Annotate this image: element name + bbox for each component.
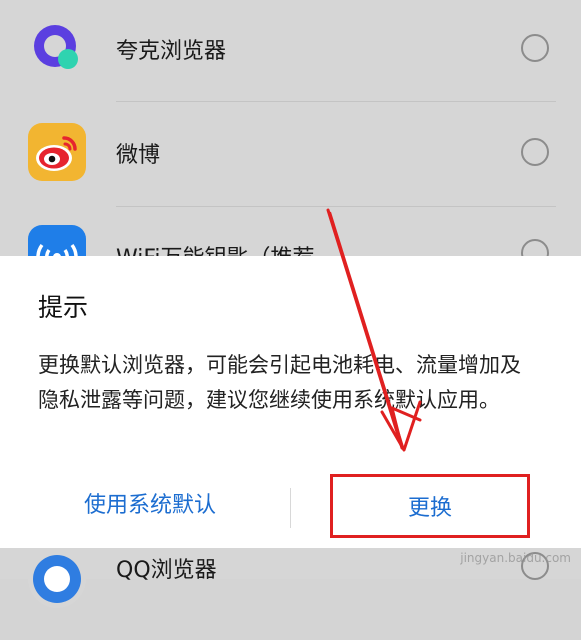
radio-button[interactable] xyxy=(521,34,549,62)
change-button[interactable]: 更换 xyxy=(330,474,530,538)
divider xyxy=(116,206,556,207)
watermark: jingyan.baidu.com xyxy=(460,551,571,565)
radio-button[interactable] xyxy=(521,138,549,166)
app-name: 夸克浏览器 xyxy=(116,39,227,64)
quark-browser-icon xyxy=(28,19,86,77)
app-name: 微博 xyxy=(116,143,161,168)
qq-browser-icon xyxy=(28,550,86,608)
dialog-message: 更换默认浏览器，可能会引起电池耗电、流量增加及隐私泄露等问题，建议您继续使用系统… xyxy=(38,353,521,412)
divider xyxy=(116,101,556,102)
weibo-icon xyxy=(28,123,86,181)
button-separator xyxy=(290,488,291,528)
confirm-dialog: 提示 更换默认浏览器，可能会引起电池耗电、流量增加及隐私泄露等问题，建议您继续使… xyxy=(0,256,581,548)
app-row-quark[interactable]: 夸克浏览器 xyxy=(0,0,581,100)
app-name: QQ浏览器 xyxy=(116,558,217,583)
dialog-actions: 使用系统默认 更换 xyxy=(0,474,581,538)
dialog-title: 提示 xyxy=(38,293,89,322)
app-row-weibo[interactable]: 微博 xyxy=(0,104,581,204)
use-system-default-button[interactable]: 使用系统默认 xyxy=(20,474,280,538)
